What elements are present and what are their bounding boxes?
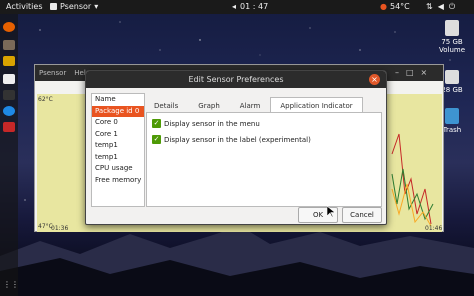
sensor-list-item[interactable]: CPU usage — [92, 163, 144, 175]
option-display-in-label[interactable]: ✓ Display sensor in the label (experimen… — [152, 135, 311, 144]
volume-icon: ◀ — [437, 2, 444, 11]
tab-details[interactable]: Details — [144, 97, 188, 113]
dialog-title: Edit Sensor Preferences — [188, 75, 284, 84]
option-display-in-menu[interactable]: ✓ Display sensor in the menu — [152, 119, 260, 128]
tab-application-indicator[interactable]: Application Indicator — [270, 97, 363, 113]
sensor-list-item[interactable]: Free memory — [92, 175, 144, 187]
activities-button[interactable]: Activities — [6, 2, 43, 11]
show-applications-icon[interactable]: ⋮⋮ — [3, 280, 19, 290]
sensor-list-item[interactable]: temp1 — [92, 152, 144, 164]
help-icon[interactable] — [3, 106, 15, 116]
drive-icon — [445, 70, 459, 84]
drive-icon — [445, 20, 459, 36]
trash-icon — [445, 108, 459, 124]
terminal-icon[interactable] — [3, 74, 15, 84]
temperature-indicator[interactable]: ● 54°C — [380, 2, 410, 11]
rhythmbox-icon[interactable] — [3, 56, 15, 66]
tab-bar: Details Graph Alarm Application Indicator — [144, 97, 382, 113]
checkbox-checked-icon[interactable]: ✓ — [152, 119, 161, 128]
power-icon: ⏻ — [448, 2, 456, 11]
app-menu[interactable]: Psensor ▾ — [50, 2, 98, 11]
system-tray[interactable]: ⇅ ◀ ⏻ — [426, 2, 455, 12]
firefox-icon[interactable] — [3, 22, 15, 32]
app-name: Psensor — [60, 2, 92, 11]
sensor-list-item[interactable]: Core 0 — [92, 117, 144, 129]
volume-name: Volume — [438, 46, 466, 54]
temperature-value: 54°C — [389, 2, 410, 11]
cancel-button[interactable]: Cancel — [342, 207, 382, 223]
files-icon[interactable] — [3, 40, 15, 50]
edit-sensor-preferences-dialog: Edit Sensor Preferences × Name Package id… — [85, 70, 387, 225]
window-controls[interactable]: –□× — [395, 68, 434, 77]
option-label: Display sensor in the label (experimenta… — [164, 135, 311, 144]
sensor-list: Name Package id 0 Core 0 Core 1 temp1 temp1 CP… — [91, 93, 145, 207]
y-axis-max: 62°C — [38, 96, 53, 103]
close-icon[interactable]: × — [369, 74, 380, 85]
clock[interactable]: ◂ 01 : 47 — [232, 2, 268, 11]
thermometer-icon: ● — [380, 2, 387, 11]
dock: ⋮⋮ — [0, 14, 19, 296]
x-axis-start: 01:36 — [51, 225, 69, 232]
software-icon[interactable] — [3, 90, 15, 100]
psensor-dock-icon[interactable] — [3, 122, 15, 132]
application-indicator-panel: ✓ Display sensor in the menu ✓ Display s… — [146, 112, 382, 207]
volume-size: 75 GB — [441, 38, 463, 46]
sensor-list-item[interactable]: Core 1 — [92, 129, 144, 141]
psensor-app-icon — [50, 3, 57, 10]
sensor-list-header: Name — [95, 95, 116, 103]
network-icon: ⇅ — [426, 2, 433, 11]
dialog-titlebar: Edit Sensor Preferences × — [86, 71, 386, 88]
volume-drive[interactable]: 75 GB Volume — [436, 20, 468, 54]
tab-alarm[interactable]: Alarm — [230, 97, 271, 113]
top-bar: Activities Psensor ▾ ◂ 01 : 47 ● 54°C ⇅ … — [0, 0, 474, 14]
sensor-list-item[interactable]: temp1 — [92, 140, 144, 152]
menu-psensor[interactable]: Psensor — [39, 69, 66, 77]
mouse-cursor-icon — [327, 206, 335, 218]
sensor-list-item[interactable]: Package id 0 — [92, 105, 144, 117]
tab-graph[interactable]: Graph — [188, 97, 229, 113]
speaker-icon: ◂ — [232, 2, 237, 11]
chevron-down-icon: ▾ — [94, 2, 99, 11]
x-axis-end: 01:46 — [425, 225, 443, 232]
option-label: Display sensor in the menu — [164, 119, 260, 128]
clock-time: 01 : 47 — [240, 2, 269, 11]
checkbox-checked-icon[interactable]: ✓ — [152, 135, 161, 144]
